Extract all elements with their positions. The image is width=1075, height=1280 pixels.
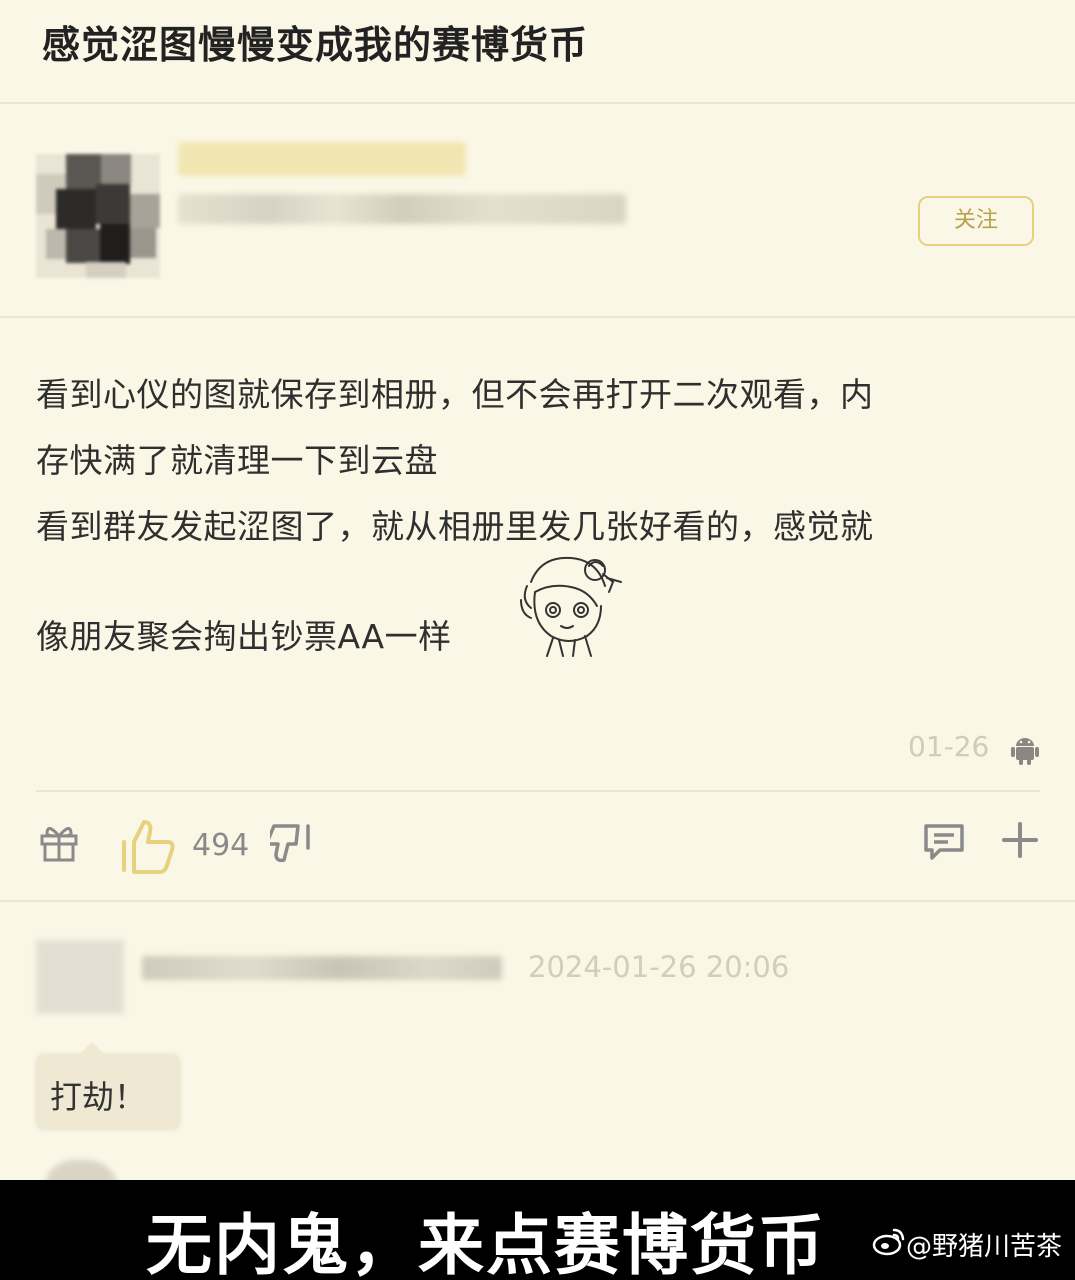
follow-button[interactable]: 关注 <box>918 196 1034 246</box>
action-bar: 494 <box>0 808 1075 880</box>
divider <box>0 900 1075 902</box>
author-avatar[interactable] <box>36 154 160 278</box>
avatar-mosaic <box>36 154 160 278</box>
post-line: 存快满了就清理一下到云盘 <box>36 441 438 480</box>
reply-text: 打劫！ <box>50 1078 147 1116</box>
divider <box>0 316 1075 318</box>
comment-icon[interactable] <box>922 822 966 862</box>
anime-girl-sticker <box>520 556 622 657</box>
android-icon <box>1011 738 1039 765</box>
caption-text: 无内鬼，来点赛博货币 <box>146 1207 826 1280</box>
caption-bar: 无内鬼，来点赛博货币 @野猪川苦茶 <box>0 1180 1075 1280</box>
post-line: 像朋友聚会掏出钞票AA一样 <box>36 617 452 656</box>
thumbs-down-icon[interactable] <box>270 822 316 868</box>
divider <box>36 790 1040 792</box>
thumbs-up-icon[interactable] <box>120 816 180 876</box>
reply-username[interactable] <box>142 956 502 980</box>
reply-time: 2024-01-26 20:06 <box>528 950 790 984</box>
author-meta <box>178 194 626 224</box>
reply-bubble[interactable]: 打劫！ <box>36 1042 180 1130</box>
watermark-text: @野猪川苦茶 <box>906 1232 1063 1262</box>
post-date: 01-26 <box>908 730 990 763</box>
like-count: 494 <box>192 828 250 863</box>
weibo-logo <box>872 1228 905 1256</box>
gift-icon[interactable] <box>38 822 80 864</box>
plus-icon[interactable] <box>1000 820 1040 860</box>
author-row: 关注 <box>0 106 1075 316</box>
topic-header: 感觉涩图慢慢变成我的赛博货币 <box>0 0 1075 104</box>
topic-title: 感觉涩图慢慢变成我的赛博货币 <box>42 23 589 67</box>
reply-avatar[interactable] <box>36 940 124 1014</box>
post-line: 看到群友发起涩图了，就从相册里发几张好看的，感觉就 <box>36 507 874 546</box>
author-name[interactable] <box>178 142 466 176</box>
watermark: @野猪川苦茶 <box>872 1220 1072 1270</box>
post-line: 看到心仪的图就保存到相册，但不会再打开二次观看，内 <box>36 375 874 414</box>
